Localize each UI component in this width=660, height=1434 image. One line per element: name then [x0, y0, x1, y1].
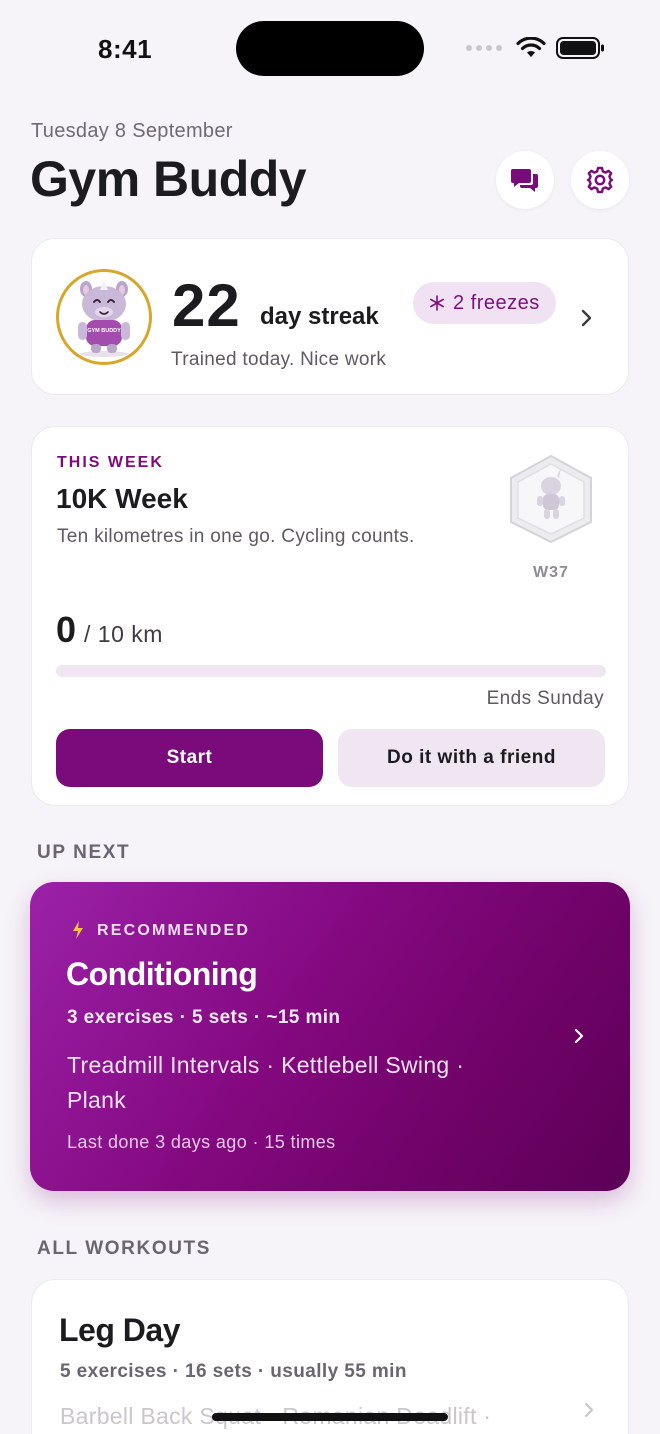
progress-total: / 10 km: [84, 621, 163, 647]
recommended-last-done: Last done 3 days ago · 15 times: [67, 1132, 336, 1152]
progress-bar: [56, 665, 606, 677]
status-icons: [466, 36, 606, 60]
page-title: Gym Buddy: [30, 151, 307, 207]
up-next-heading: UP NEXT: [37, 842, 131, 863]
chevron-right-icon: [584, 1402, 594, 1418]
lightning-icon: [73, 921, 83, 939]
challenge-eyebrow: THIS WEEK: [57, 454, 164, 471]
freezes-label: 2 freezes: [453, 291, 540, 314]
battery-icon: [556, 37, 604, 59]
mascot-shirt-text: GYM BUDDY: [87, 328, 121, 334]
chevron-right-icon: [581, 309, 592, 327]
rhino-mascot-icon: [78, 280, 130, 357]
challenge-description: Ten kilometres in one go. Cycling counts…: [57, 526, 415, 547]
recommended-title: Conditioning: [66, 956, 258, 992]
recommended-exercises: Treadmill Intervals · Kettlebell Swing ·…: [67, 1048, 464, 1118]
messages-button[interactable]: [496, 151, 554, 209]
settings-button[interactable]: [571, 151, 629, 209]
do-with-friend-button[interactable]: Do it with a friend: [338, 729, 605, 787]
recommended-tag: RECOMMENDED: [97, 922, 251, 939]
header-date: Tuesday 8 September: [31, 120, 233, 142]
chat-icon: [511, 169, 538, 192]
home-indicator[interactable]: [212, 1413, 448, 1421]
snowflake-icon: [430, 295, 444, 311]
recommended-exercises-line1: Treadmill Intervals · Kettlebell Swing ·: [67, 1052, 465, 1078]
wifi-icon: [516, 37, 546, 57]
mascot-avatar: GYM BUDDY: [56, 269, 152, 365]
dynamic-island: [236, 21, 424, 76]
workout-meta: 5 exercises · 16 sets · usually 55 min: [60, 1361, 407, 1382]
streak-card[interactable]: GYM BUDDY 22 day streak Trained today. N…: [31, 238, 629, 395]
workout-title: Leg Day: [59, 1312, 180, 1348]
hexagon-badge-icon: [510, 454, 592, 544]
challenge-title: 10K Week: [56, 483, 188, 514]
weekly-challenge-card: THIS WEEK 10K Week Ten kilometres in one…: [31, 426, 629, 806]
all-workouts-heading: ALL WORKOUTS: [37, 1238, 212, 1259]
gear-icon: [586, 166, 614, 194]
workout-card-leg-day[interactable]: Leg Day 5 exercises · 16 sets · usually …: [31, 1279, 629, 1434]
recommended-exercises-line2: Plank: [67, 1087, 127, 1113]
freezes-badge[interactable]: 2 freezes: [413, 282, 556, 324]
progress-value: 0: [56, 609, 77, 650]
recommended-workout-card[interactable]: RECOMMENDED Conditioning 3 exercises · 5…: [30, 882, 630, 1191]
streak-subtitle: Trained today. Nice work: [171, 349, 387, 370]
start-button[interactable]: Start: [56, 729, 323, 787]
challenge-ends: Ends Sunday: [486, 688, 604, 709]
challenge-progress-readout: 0 / 10 km: [56, 609, 163, 651]
recommended-meta: 3 exercises · 5 sets · ~15 min: [67, 1007, 341, 1028]
streak-label: day streak: [260, 303, 379, 330]
status-time: 8:41: [98, 34, 153, 64]
badge-week-label: W37: [533, 564, 569, 581]
cellular-signal-icon: [466, 45, 502, 51]
streak-count: 22: [172, 272, 241, 339]
chevron-right-icon: [574, 1028, 584, 1044]
